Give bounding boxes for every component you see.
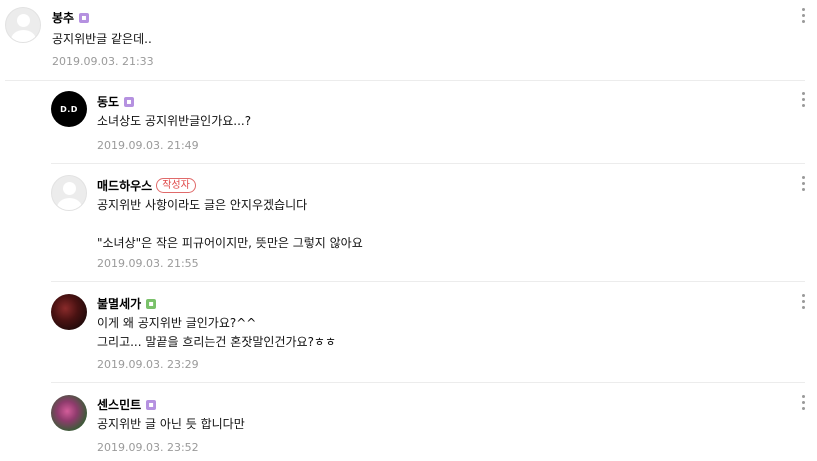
comment-text: 공지위반글 같은데.. (52, 32, 152, 46)
more-vertical-icon[interactable] (800, 8, 808, 24)
comment-date: 2019.09.03. 21:49 (97, 139, 199, 152)
level-badge-icon: ▪ (146, 399, 157, 410)
more-vertical-icon[interactable] (800, 294, 808, 310)
comment-text: 공지위반 사항이라도 글은 안지우겠습니다 "소녀상"은 작은 피규어이지만, … (97, 198, 363, 250)
more-vertical-icon[interactable] (800, 395, 808, 411)
comment-date: 2019.09.03. 21:55 (97, 257, 199, 270)
comment-author[interactable]: 봉추 ▪ (52, 9, 90, 26)
level-badge-icon: ▪ (124, 96, 135, 107)
comment-author[interactable]: 동도 ▪ (97, 93, 135, 110)
comment-author[interactable]: 매드하우스 작성자 (97, 177, 196, 194)
divider (5, 80, 805, 81)
comment-author[interactable]: 센스민트 ▪ (97, 396, 157, 413)
author-name[interactable]: 동도 (97, 93, 119, 110)
avatar[interactable] (51, 175, 87, 211)
avatar[interactable] (51, 395, 87, 431)
level-badge-icon: ▪ (146, 298, 157, 309)
avatar[interactable]: D.D (51, 91, 87, 127)
more-vertical-icon[interactable] (800, 176, 808, 192)
author-name[interactable]: 센스민트 (97, 396, 141, 413)
avatar[interactable] (5, 7, 41, 43)
divider (51, 163, 805, 164)
comment-date: 2019.09.03. 21:33 (52, 55, 154, 68)
comment-text: 공지위반 글 아닌 듯 합니다만 (97, 417, 245, 431)
author-name[interactable]: 봉추 (52, 9, 74, 26)
comment-author[interactable]: 불멸세가 ▪ (97, 295, 157, 312)
avatar[interactable] (51, 294, 87, 330)
comment-date: 2019.09.03. 23:52 (97, 441, 199, 454)
comment-text: 소녀상도 공지위반글인가요...? (97, 114, 252, 128)
level-badge-icon: ▪ (79, 12, 90, 23)
author-name[interactable]: 불멸세가 (97, 295, 141, 312)
author-name[interactable]: 매드하우스 (97, 177, 152, 194)
divider (51, 382, 805, 383)
divider (51, 281, 805, 282)
comment-text: 이게 왜 공지위반 글인가요?^^ 그리고... 말끝을 흐리는건 혼잣말인건가… (97, 316, 337, 349)
more-vertical-icon[interactable] (800, 92, 808, 108)
comment-date: 2019.09.03. 23:29 (97, 358, 199, 371)
author-badge: 작성자 (156, 178, 196, 193)
